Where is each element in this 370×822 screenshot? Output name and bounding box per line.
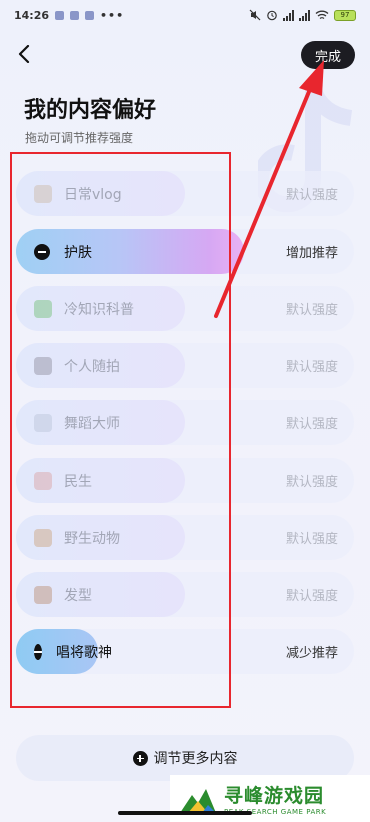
- more-notifications-indicator: •••: [100, 8, 125, 22]
- app-notification-icon: [70, 10, 80, 20]
- strength-label: 增加推荐: [285, 246, 338, 261]
- strength-label: 减少推荐: [285, 646, 338, 661]
- strength-label: 默认强度: [285, 475, 338, 490]
- mute-icon: [249, 9, 261, 21]
- signal-strength-icon: [283, 9, 294, 21]
- strength-label: 默认强度: [285, 417, 338, 432]
- done-button[interactable]: 完成: [301, 41, 355, 69]
- strength-label: 默认强度: [285, 532, 338, 547]
- strength-label: 默认强度: [285, 589, 338, 604]
- app-notification-icon: [85, 10, 95, 20]
- signal-strength-icon: [299, 9, 310, 21]
- alarm-icon: [267, 10, 277, 21]
- strength-label: 默认强度: [285, 360, 338, 375]
- wifi-icon: [315, 10, 329, 20]
- home-indicator[interactable]: [118, 811, 252, 815]
- plus-icon: [132, 750, 148, 766]
- status-time: 14:26: [14, 8, 50, 22]
- battery-icon: 97: [334, 9, 356, 21]
- page-title: 我的内容偏好: [24, 98, 157, 123]
- app-notification-icon: [55, 10, 65, 20]
- watermark-title: 寻峰游戏园: [224, 785, 325, 807]
- strength-label: 默认强度: [285, 188, 338, 203]
- strength-label: 默认强度: [285, 303, 338, 318]
- chevron-left-icon: [18, 45, 30, 63]
- watermark-logo-icon: [180, 788, 216, 813]
- annotation-highlight-box: [10, 152, 231, 708]
- status-indicators: 97: [249, 9, 356, 21]
- back-button[interactable]: [14, 44, 34, 64]
- status-bar: 14:26 ••• 97: [0, 0, 370, 30]
- page-subtitle: 拖动可调节推荐强度: [25, 131, 134, 145]
- adjust-more-content-label: 调节更多内容: [153, 751, 238, 767]
